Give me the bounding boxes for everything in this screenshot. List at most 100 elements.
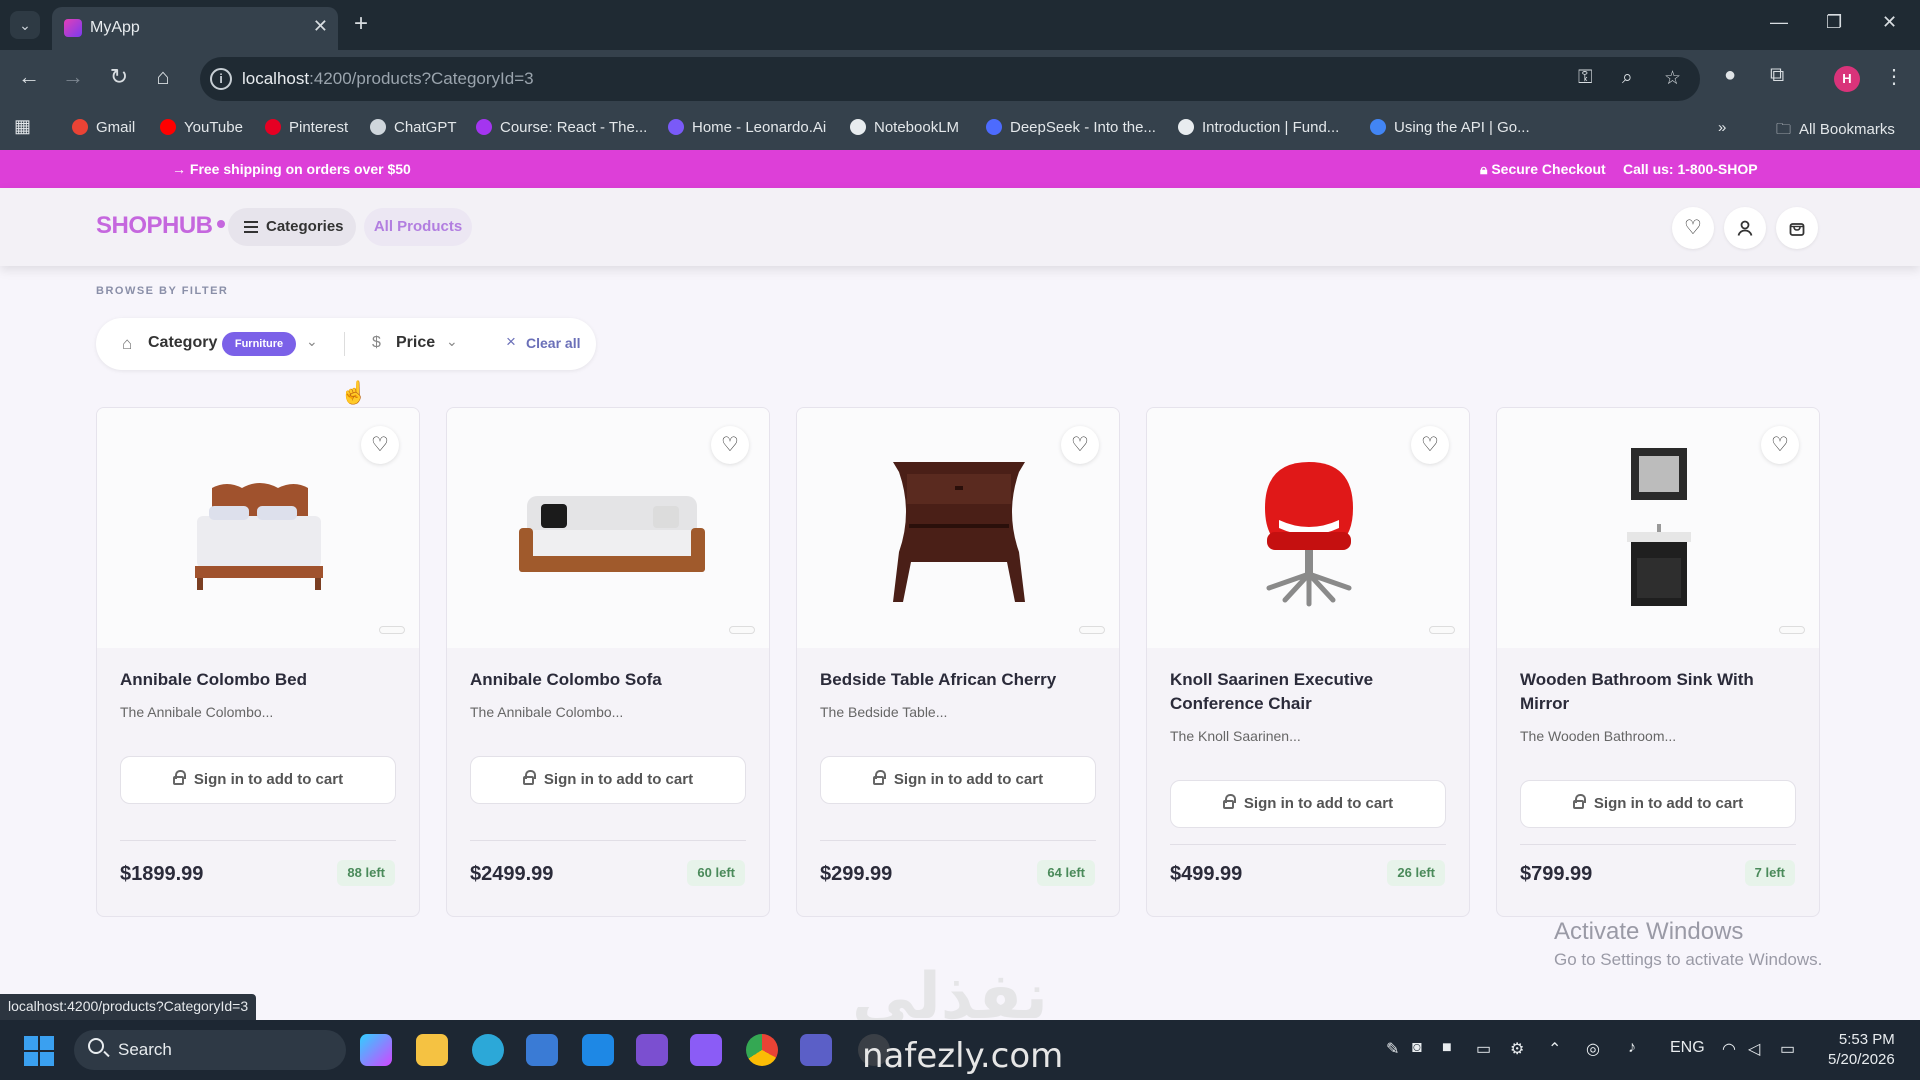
- product-card[interactable]: ♡ Annibale Colombo Sofa The Annibale Col…: [446, 407, 770, 917]
- bookmark-deepseek[interactable]: DeepSeek - Into the...: [986, 119, 1156, 136]
- language-indicator[interactable]: ENG: [1670, 1039, 1705, 1057]
- categories-button[interactable]: Categories: [228, 208, 356, 246]
- wifi-icon[interactable]: ◠: [1722, 1039, 1736, 1059]
- product-card[interactable]: ♡ Annibale Colombo Bed The Annibale Colo…: [96, 407, 420, 917]
- app-icon[interactable]: [472, 1034, 504, 1066]
- sign-in-to-add-to-cart-button[interactable]: Sign in to add to cart: [120, 756, 396, 804]
- back-icon[interactable]: ←: [14, 64, 44, 90]
- bookmark-api[interactable]: Using the API | Go...: [1370, 119, 1530, 136]
- window-close-icon[interactable]: ✕: [1882, 12, 1897, 33]
- product-name[interactable]: Bedside Table African Cherry: [820, 668, 1100, 692]
- tray-icon[interactable]: ◎: [1586, 1039, 1600, 1059]
- site-info-icon[interactable]: i: [210, 68, 232, 90]
- home-icon[interactable]: ⌂: [148, 64, 178, 90]
- password-key-icon[interactable]: ⚿: [1578, 67, 1592, 89]
- product-name[interactable]: Annibale Colombo Sofa: [470, 668, 750, 692]
- visual-studio-icon[interactable]: [636, 1034, 668, 1066]
- new-tab-button[interactable]: +: [354, 11, 368, 37]
- windows-start-icon[interactable]: [24, 1036, 54, 1066]
- menu-dots-icon[interactable]: ⋮: [1884, 64, 1904, 89]
- product-name[interactable]: Annibale Colombo Bed: [120, 668, 400, 692]
- bookmark-chatgpt[interactable]: ChatGPT: [370, 119, 457, 136]
- browser-tab[interactable]: MyApp ✕: [52, 7, 338, 50]
- chevron-up-icon[interactable]: ⌃: [1548, 1039, 1561, 1059]
- clear-all-button[interactable]: Clear all: [526, 335, 580, 351]
- product-image[interactable]: ♡: [447, 408, 769, 648]
- bookmark-introduction[interactable]: Introduction | Fund...: [1178, 119, 1339, 136]
- file-explorer-icon[interactable]: [416, 1034, 448, 1066]
- bookmark-notebooklm[interactable]: NotebookLM: [850, 119, 959, 136]
- category-value-badge[interactable]: Furniture: [222, 332, 296, 356]
- volume-icon[interactable]: ◁: [1748, 1039, 1760, 1059]
- image-indicator: [1079, 626, 1105, 634]
- app-icon[interactable]: [690, 1034, 722, 1066]
- vscode-icon[interactable]: [582, 1034, 614, 1066]
- apps-grid-icon[interactable]: ▦: [14, 116, 31, 137]
- product-image[interactable]: ♡: [97, 408, 419, 648]
- profile-avatar[interactable]: H: [1834, 66, 1860, 92]
- bookmark-leonardo[interactable]: Home - Leonardo.Ai: [668, 119, 826, 136]
- address-bar[interactable]: i localhost:4200/products?CategoryId=3 ⚿…: [200, 57, 1700, 101]
- bookmark-gmail[interactable]: Gmail: [72, 119, 135, 136]
- product-card[interactable]: ♡ Knoll Saarinen Executive Conference Ch…: [1146, 407, 1470, 917]
- app-icon[interactable]: [526, 1034, 558, 1066]
- chrome-icon[interactable]: [746, 1034, 778, 1066]
- teams-icon[interactable]: [800, 1034, 832, 1066]
- taskbar-search[interactable]: Search: [74, 1030, 346, 1070]
- all-bookmarks[interactable]: 🗀 All Bookmarks: [1776, 119, 1895, 144]
- bookmark-youtube[interactable]: YouTube: [160, 119, 243, 136]
- clear-x-icon[interactable]: ×: [506, 332, 516, 352]
- url-text[interactable]: localhost:4200/products?CategoryId=3: [242, 69, 534, 89]
- extensions-puzzle-icon[interactable]: ⧉: [1770, 64, 1784, 87]
- product-image[interactable]: ♡: [797, 408, 1119, 648]
- restore-icon[interactable]: ❐: [1826, 12, 1842, 33]
- shopping-bag-icon[interactable]: [1776, 207, 1818, 249]
- camera-icon[interactable]: ◙: [1412, 1039, 1422, 1057]
- product-image[interactable]: ♡: [1497, 408, 1819, 648]
- reload-icon[interactable]: ↻: [104, 64, 134, 90]
- lock-icon: [1222, 794, 1236, 809]
- zoom-icon[interactable]: ⌕: [1622, 67, 1633, 89]
- wishlist-heart-icon[interactable]: ♡: [1672, 207, 1714, 249]
- product-name[interactable]: Wooden Bathroom Sink With Mirror: [1520, 668, 1800, 716]
- all-products-button[interactable]: All Products: [364, 208, 472, 246]
- more-bookmarks-icon[interactable]: »: [1718, 119, 1726, 136]
- forward-icon[interactable]: →: [58, 64, 88, 90]
- settings-gear-icon[interactable]: ⚙: [1510, 1039, 1524, 1059]
- battery-icon[interactable]: ▭: [1780, 1039, 1795, 1059]
- microphone-icon[interactable]: ♪: [1628, 1039, 1636, 1057]
- price-filter[interactable]: Price: [396, 334, 435, 352]
- tab-search-button[interactable]: ⌄: [10, 11, 40, 39]
- product-card[interactable]: ♡ Wooden Bathroom Sink With Mirror The W…: [1496, 407, 1820, 917]
- extension-icon[interactable]: ●: [1724, 64, 1736, 87]
- sign-in-to-add-to-cart-button[interactable]: Sign in to add to cart: [1170, 780, 1446, 828]
- sign-in-to-add-to-cart-button[interactable]: Sign in to add to cart: [820, 756, 1096, 804]
- bookmarks-bar: ▦ Gmail YouTube Pinterest ChatGPT Course…: [0, 108, 1920, 150]
- wishlist-heart-icon[interactable]: ♡: [1061, 426, 1099, 464]
- sign-in-to-add-to-cart-button[interactable]: Sign in to add to cart: [470, 756, 746, 804]
- bookmark-pinterest[interactable]: Pinterest: [265, 119, 348, 136]
- tray-icon[interactable]: ▭: [1476, 1039, 1491, 1059]
- close-icon[interactable]: ✕: [313, 16, 328, 37]
- chevron-down-icon[interactable]: ⌄: [446, 333, 458, 350]
- stock-badge: 26 left: [1387, 860, 1445, 886]
- wishlist-heart-icon[interactable]: ♡: [1761, 426, 1799, 464]
- taskbar-clock[interactable]: 5:53 PM 5/20/2026: [1828, 1030, 1895, 1070]
- bookmark-course[interactable]: Course: React - The...: [476, 119, 647, 136]
- product-card[interactable]: ♡ Bedside Table African Cherry The Bedsi…: [796, 407, 1120, 917]
- wishlist-heart-icon[interactable]: ♡: [1411, 426, 1449, 464]
- wishlist-heart-icon[interactable]: ♡: [361, 426, 399, 464]
- category-filter[interactable]: Category: [148, 334, 217, 352]
- minimize-icon[interactable]: —: [1770, 12, 1788, 33]
- video-icon[interactable]: ■: [1442, 1039, 1452, 1057]
- bookmark-star-icon[interactable]: ☆: [1664, 67, 1681, 90]
- wishlist-heart-icon[interactable]: ♡: [711, 426, 749, 464]
- product-name[interactable]: Knoll Saarinen Executive Conference Chai…: [1170, 668, 1450, 716]
- user-account-icon[interactable]: [1724, 207, 1766, 249]
- chevron-down-icon[interactable]: ⌄: [306, 333, 318, 350]
- tray-icon[interactable]: ✎: [1386, 1039, 1399, 1059]
- product-image[interactable]: ♡: [1147, 408, 1469, 648]
- sign-in-to-add-to-cart-button[interactable]: Sign in to add to cart: [1520, 780, 1796, 828]
- shophub-logo[interactable]: SHOPHUB: [96, 212, 225, 240]
- copilot-icon[interactable]: [360, 1034, 392, 1066]
